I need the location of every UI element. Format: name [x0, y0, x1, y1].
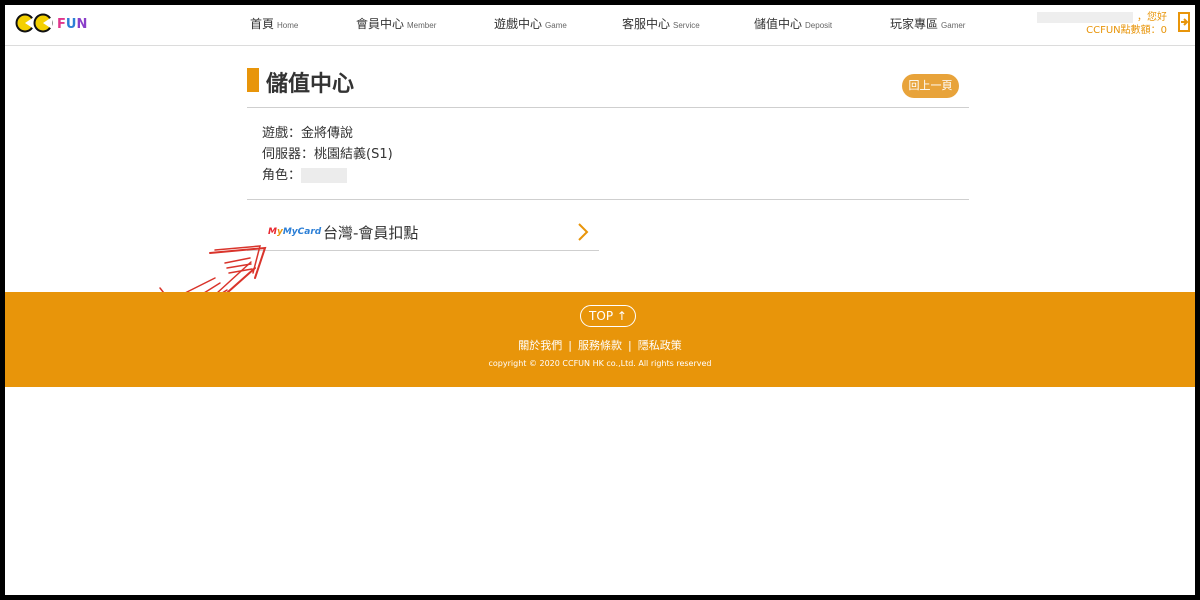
nav-service-en: Service [673, 21, 700, 30]
nav-home[interactable]: 首頁 Home [250, 15, 298, 32]
nav-game-en: Game [545, 21, 567, 30]
nav-service[interactable]: 客服中心 Service [622, 15, 700, 32]
page-frame: FUN 首頁 Home 會員中心 Member 遊戲中心 Game 客服中心 Servi… [5, 5, 1195, 595]
page-title: 儲值中心 [266, 72, 355, 97]
logout-icon[interactable] [1177, 12, 1191, 32]
footer-link-about[interactable]: 關於我們 [518, 339, 562, 352]
footer-separator: | [568, 339, 572, 352]
username-redacted [1037, 11, 1133, 23]
nav-member-zh: 會員中心 [356, 17, 405, 31]
role-label: 角色： [262, 168, 302, 183]
nav-game-zh: 遊戲中心 [494, 17, 543, 31]
nav-member-en: Member [407, 21, 437, 30]
chevron-right-icon [578, 223, 589, 241]
payment-option-mycard[interactable]: MyMyCard 台灣-會員扣點 [247, 214, 599, 251]
nav-service-zh: 客服中心 [622, 17, 671, 31]
nav-gamer-en: Gamer [941, 21, 966, 30]
main-content: 儲值中心 回上一頁 遊戲：金將傳說 伺服器：桃園結義(S1) 角色： MyMyC… [247, 46, 969, 251]
back-to-top-button[interactable]: TOP ↑ [580, 305, 636, 327]
footer-links: 關於我們 | 服務條款 | 隱私政策 [5, 337, 1195, 353]
user-info: ，您好 CCFUN點數額：0 [1037, 11, 1167, 37]
title-accent-bar [247, 68, 259, 92]
points-balance: CCFUN點數額：0 [1086, 25, 1167, 36]
footer-separator: | [628, 339, 632, 352]
site-footer: TOP ↑ 關於我們 | 服務條款 | 隱私政策 copyright © 2020 CC… [5, 292, 1195, 387]
game-info: 遊戲：金將傳說 [262, 126, 354, 141]
nav-member[interactable]: 會員中心 Member [356, 15, 436, 32]
footer-link-privacy[interactable]: 隱私政策 [638, 339, 682, 352]
server-info: 伺服器：桃園結義(S1) [262, 147, 393, 162]
nav-gamer[interactable]: 玩家專區 Gamer [890, 15, 965, 32]
nav-deposit-en: Deposit [805, 21, 833, 30]
nav-deposit-zh: 儲值中心 [754, 17, 803, 31]
payment-label: 台灣-會員扣點 [323, 224, 419, 242]
nav-home-en: Home [277, 21, 299, 30]
nav-gamer-zh: 玩家專區 [890, 17, 939, 31]
user-greeting: ，您好 [1137, 12, 1167, 23]
top-header: FUN 首頁 Home 會員中心 Member 遊戲中心 Game 客服中心 Servi… [5, 5, 1195, 46]
back-button[interactable]: 回上一頁 [902, 74, 959, 98]
role-name-redacted [301, 168, 348, 183]
role-info: 角色： [262, 165, 969, 186]
nav-game[interactable]: 遊戲中心 Game [494, 15, 567, 32]
nav-home-zh: 首頁 [250, 17, 275, 31]
copyright-text: copyright © 2020 CCFUN HK co.,Ltd. All r… [488, 359, 712, 368]
mycard-brand-text: MyCard [282, 227, 322, 237]
footer-link-terms[interactable]: 服務條款 [578, 339, 622, 352]
mycard-logo: MyMyCard [268, 227, 322, 237]
title-bar: 儲值中心 回上一頁 [247, 46, 969, 108]
order-info: 遊戲：金將傳說 伺服器：桃園結義(S1) 角色： [247, 108, 969, 200]
nav-deposit[interactable]: 儲值中心 Deposit [754, 15, 832, 32]
main-nav: 首頁 Home 會員中心 Member 遊戲中心 Game 客服中心 Service 儲… [5, 5, 1195, 46]
